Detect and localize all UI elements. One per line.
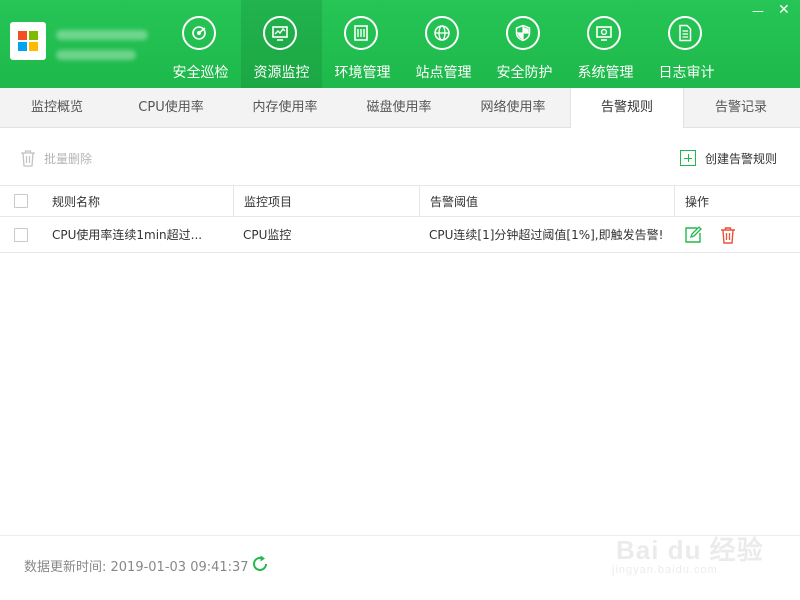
- main-nav: 安全巡检 资源监控 环境管理 站点管理 安全防护 系统管理 日志审计: [160, 0, 727, 88]
- refresh-icon[interactable]: [250, 554, 270, 574]
- server-icon: [344, 16, 378, 50]
- shield-icon: [506, 16, 540, 50]
- header-checkbox-cell: [14, 186, 44, 216]
- tab-monitor-overview[interactable]: 监控概览: [0, 88, 114, 127]
- nav-label: 资源监控: [253, 65, 310, 81]
- batch-delete-label: 批量删除: [44, 151, 93, 166]
- host-name-blurred: [56, 30, 148, 40]
- nav-label: 日志审计: [658, 65, 715, 81]
- table-header: 规则名称 监控项目 告警阈值 操作: [0, 185, 800, 217]
- alert-rules-table: 规则名称 监控项目 告警阈值 操作 CPU使用率连续1min超过... CPU监…: [0, 185, 800, 253]
- baidu-jingyan-watermark: Bai du 经验 jingyan.baidu.com: [610, 524, 790, 588]
- radar-icon: [182, 16, 216, 50]
- monitor-chart-icon: [263, 16, 297, 50]
- nav-label: 系统管理: [577, 65, 634, 81]
- nav-label: 站点管理: [415, 65, 472, 81]
- tab-bar: 监控概览 CPU使用率 内存使用率 磁盘使用率 网络使用率 告警规则 告警记录: [0, 88, 800, 128]
- plus-icon: [680, 150, 696, 166]
- nav-item-security-protection[interactable]: 安全防护: [484, 0, 565, 88]
- column-monitor-item: 监控项目: [233, 186, 419, 216]
- nav-item-log-audit[interactable]: 日志审计: [646, 0, 727, 88]
- operations-cell: [674, 217, 800, 252]
- host-ip-blurred: [56, 50, 136, 60]
- batch-delete-button[interactable]: 批量删除: [20, 148, 92, 168]
- select-all-checkbox[interactable]: [14, 194, 28, 208]
- app-header: 安全巡检 资源监控 环境管理 站点管理 安全防护 系统管理 日志审计 — ✕: [0, 0, 800, 88]
- windows-icon: [18, 31, 38, 51]
- threshold-cell: CPU连续[1]分钟超过阈值[1%],即触发告警!: [429, 228, 664, 242]
- minimize-button[interactable]: —: [752, 4, 764, 18]
- row-checkbox[interactable]: [14, 227, 28, 242]
- nav-item-site-management[interactable]: 站点管理: [403, 0, 484, 88]
- document-icon: [668, 16, 702, 50]
- nav-item-resource-monitor[interactable]: 资源监控: [241, 0, 322, 88]
- tab-alert-records[interactable]: 告警记录: [684, 88, 798, 127]
- nav-item-system-management[interactable]: 系统管理: [565, 0, 646, 88]
- nav-label: 安全防护: [496, 65, 553, 81]
- nav-item-security-inspection[interactable]: 安全巡检: [160, 0, 241, 88]
- settings-monitor-icon: [587, 16, 621, 50]
- table-row: CPU使用率连续1min超过... CPU监控 CPU连续[1]分钟超过阈值[1…: [0, 217, 800, 253]
- globe-icon: [425, 16, 459, 50]
- column-operations: 操作: [674, 186, 800, 216]
- tab-cpu-usage[interactable]: CPU使用率: [114, 88, 228, 127]
- tab-network-usage[interactable]: 网络使用率: [456, 88, 570, 127]
- nav-item-environment[interactable]: 环境管理: [322, 0, 403, 88]
- watermark-main-text: Bai du 经验: [616, 535, 764, 565]
- tab-disk-usage[interactable]: 磁盘使用率: [342, 88, 456, 127]
- delete-icon[interactable]: [719, 226, 737, 244]
- column-rule-name: 规则名称: [52, 194, 101, 209]
- row-checkbox-cell: [14, 217, 44, 252]
- nav-label: 环境管理: [334, 65, 391, 81]
- monitor-item-cell: CPU监控: [243, 228, 292, 242]
- windows-logo: [10, 22, 46, 60]
- create-alert-rule-button[interactable]: 创建告警规则: [680, 148, 777, 168]
- nav-label: 安全巡检: [172, 65, 229, 81]
- tab-memory-usage[interactable]: 内存使用率: [228, 88, 342, 127]
- column-threshold: 告警阈值: [419, 186, 674, 216]
- watermark-url-text: jingyan.baidu.com: [612, 564, 718, 576]
- trash-icon: [21, 150, 35, 167]
- create-rule-label: 创建告警规则: [705, 151, 778, 166]
- close-button[interactable]: ✕: [778, 2, 790, 18]
- tab-alert-rules[interactable]: 告警规则: [570, 88, 684, 128]
- data-update-time: 数据更新时间: 2019-01-03 09:41:37: [24, 560, 249, 575]
- edit-icon[interactable]: [684, 225, 702, 244]
- rule-name-cell: CPU使用率连续1min超过...: [52, 228, 203, 242]
